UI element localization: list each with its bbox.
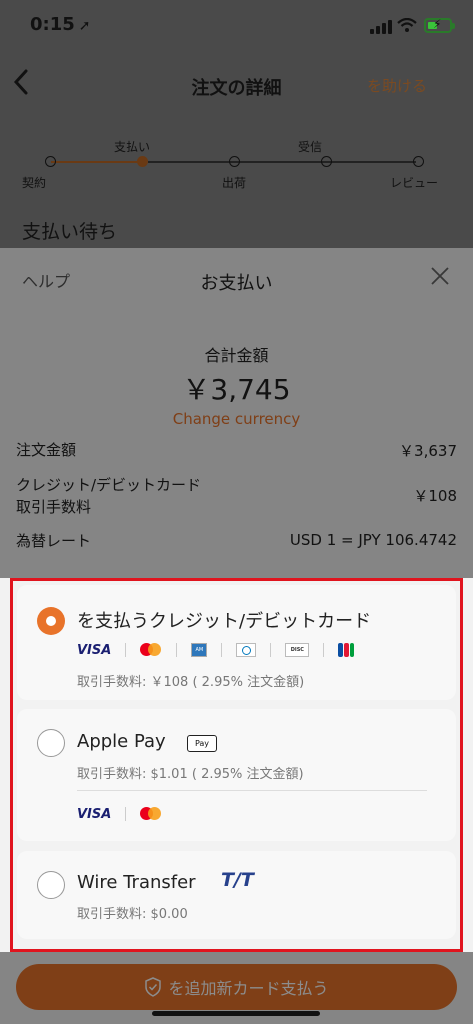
- change-currency-link[interactable]: Change currency: [0, 410, 473, 428]
- step-label-receive: 受信: [298, 140, 323, 154]
- total-amount-value: ￥3,745: [182, 373, 291, 406]
- mastercard-logo-icon: [140, 642, 162, 658]
- wire-transfer-title: Wire Transfer: [77, 872, 196, 893]
- card-fee-value: ￥108: [413, 487, 457, 505]
- step-dot-review: [413, 156, 424, 167]
- order-progress-steps: 契約 支払い 出荷 受信 レビュー: [0, 134, 473, 194]
- apple-pay-radio[interactable]: [37, 729, 65, 757]
- add-new-card-pay-label: を追加新カード支払う: [168, 979, 329, 998]
- payment-sheet: ヘルプ お支払い 合計金額 ￥3,745 Change currency 注文金…: [0, 248, 473, 1024]
- home-indicator: [152, 1011, 320, 1016]
- apple-pay-option[interactable]: Apple Pay Pay 取引手数料: $1.01 ( 2.95% 注文金額)…: [17, 709, 456, 841]
- step-dot-receive: [321, 156, 332, 167]
- add-new-card-pay-button[interactable]: を追加新カード支払う: [16, 964, 457, 1010]
- status-bar: 0:15 ➚ ⚡: [0, 0, 473, 44]
- wire-transfer-option[interactable]: Wire Transfer T/T 取引手数料: $0.00: [17, 851, 456, 939]
- card-radio[interactable]: [37, 607, 65, 635]
- exchange-rate-label: 為替レート: [16, 532, 92, 550]
- apple-pay-title: Apple Pay: [77, 731, 166, 752]
- wire-transfer-radio[interactable]: [37, 871, 65, 899]
- order-status-heading: 支払い待ち: [22, 221, 118, 243]
- wire-transfer-fee: 取引手数料: $0.00: [77, 907, 188, 922]
- step-label-contract: 契約: [22, 176, 47, 190]
- location-arrow-icon: ➚: [78, 18, 91, 34]
- card-option-fee: 取引手数料: ￥108 ( 2.95% 注文金額): [77, 675, 305, 690]
- discover-logo-icon: DISC: [285, 643, 310, 657]
- apple-pay-fee: 取引手数料: $1.01 ( 2.95% 注文金額): [77, 767, 304, 782]
- exchange-rate-value: USD 1 = JPY 106.4742: [289, 531, 457, 549]
- order-help-link[interactable]: を助ける: [367, 75, 427, 96]
- card-payment-option[interactable]: を支払うクレジット/デビットカード VISA AM DISC 取引手数料: ￥1…: [17, 585, 456, 700]
- sheet-header: ヘルプ お支払い: [0, 248, 473, 308]
- apple-pay-divider: [77, 790, 427, 791]
- step-dot-contract: [45, 156, 56, 167]
- visa-logo-icon: VISA: [77, 806, 112, 822]
- shield-check-icon: [145, 977, 162, 997]
- apple-pay-badge-icon: Pay: [187, 735, 217, 752]
- step-dot-shipping: [229, 156, 240, 167]
- order-amount-value: ￥3,637: [399, 442, 457, 460]
- visa-logo-icon: VISA: [77, 642, 112, 658]
- order-amount-label: 注文金額: [16, 441, 77, 459]
- step-label-shipping: 出荷: [222, 176, 247, 190]
- clock-text: 0:15: [30, 14, 75, 35]
- apple-pay-card-logos: VISA: [77, 806, 162, 822]
- mastercard-logo-icon: [140, 806, 162, 822]
- card-logos: VISA AM DISC: [77, 642, 355, 658]
- tt-logo-icon: T/T: [221, 869, 254, 891]
- order-detail-background: 注文の詳細 を助ける 契約 支払い 出荷 受信 レビュー 支払い待ち: [0, 44, 473, 248]
- close-icon[interactable]: [430, 266, 450, 286]
- card-option-title: を支払うクレジット/デビットカード: [77, 611, 372, 632]
- diners-logo-icon: [236, 643, 257, 657]
- sheet-title: お支払い: [200, 273, 273, 294]
- wifi-icon: [397, 18, 417, 32]
- card-fee-label: クレジット/デビットカード 取引手数料: [16, 476, 202, 516]
- step-label-payment: 支払い: [114, 140, 151, 154]
- jcb-logo-icon: [338, 643, 355, 657]
- step-label-review: レビュー: [390, 176, 439, 190]
- cellular-signal-icon: [370, 20, 392, 34]
- total-amount-label: 合計金額: [204, 346, 269, 365]
- payment-options-panel: を支払うクレジット/デビットカード VISA AM DISC 取引手数料: ￥1…: [10, 578, 463, 952]
- status-time: 0:15 ➚: [30, 14, 91, 35]
- battery-icon: ⚡: [424, 17, 455, 33]
- amex-logo-icon: AM: [191, 643, 208, 657]
- step-dot-payment: [137, 156, 148, 167]
